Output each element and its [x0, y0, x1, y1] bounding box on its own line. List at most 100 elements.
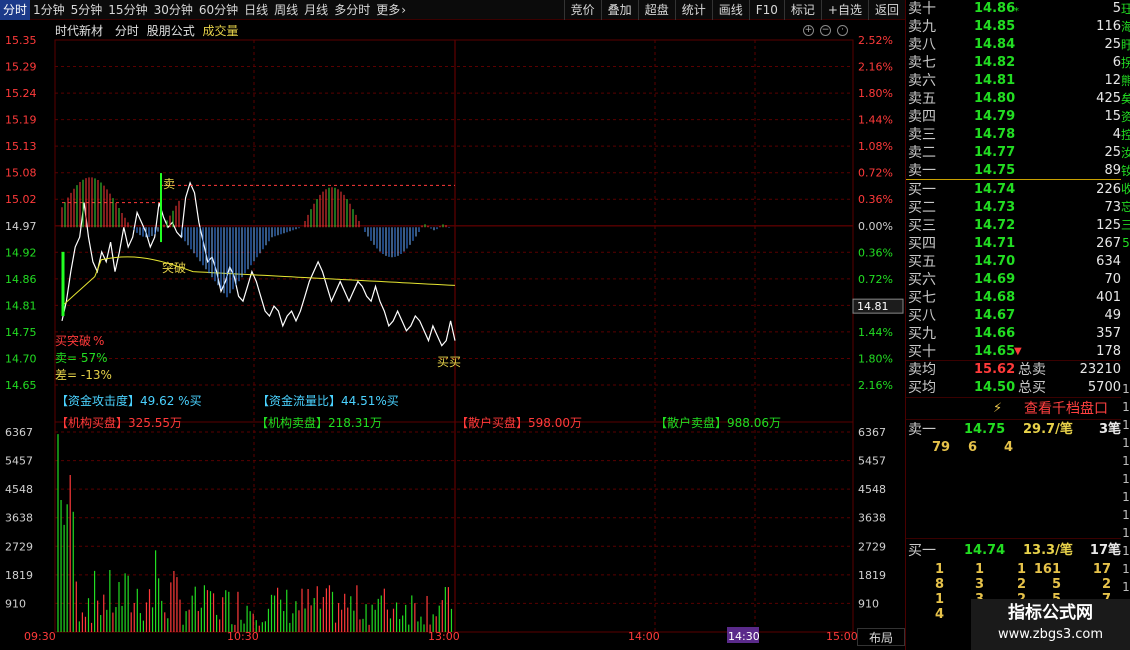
zoom-in-icon[interactable]: + — [803, 25, 814, 36]
side-strip-char: 1 — [1122, 472, 1130, 486]
side-strip-char: 1 — [1122, 562, 1130, 576]
bids-level-label: 买四 — [908, 236, 936, 252]
asks-row[interactable]: 卖五 14.80 425 — [906, 90, 1121, 108]
bids-row[interactable]: 买六 14.69 70 — [906, 271, 1121, 289]
toolbar-button-7[interactable]: +自选 — [820, 0, 868, 20]
average-line — [61, 256, 456, 307]
bids-level-label: 买七 — [908, 290, 936, 306]
annotation-sell-marker: 卖 — [163, 177, 175, 191]
timeframe-tab-7[interactable]: 周线 — [271, 0, 301, 20]
timeframe-tab-0[interactable]: 分时 — [0, 0, 31, 20]
annotation-buy-buy: 买买 — [437, 355, 461, 369]
asks-level-label: 卖九 — [908, 19, 936, 35]
price-tick-label: 14.97 — [5, 220, 37, 233]
bids-row[interactable]: 买九 14.66 357 — [906, 325, 1121, 343]
chevron-right-icon[interactable]: › — [401, 0, 406, 20]
timeframe-tab-8[interactable]: 月线 — [301, 0, 331, 20]
zoom-out-icon[interactable]: − — [820, 25, 831, 36]
timeframe-tab-1[interactable]: 1分钟 — [30, 0, 68, 20]
capital-flow-metric: 【资金流量比】44.51%买 — [257, 394, 399, 408]
bids-level-label: 买一 — [908, 182, 936, 198]
asks-row[interactable]: 卖六 14.81 12 — [906, 72, 1121, 90]
timeframe-tab-3[interactable]: 15分钟 — [105, 0, 150, 20]
settings-icon[interactable]: · — [837, 25, 848, 36]
bids-volume: 401 — [1096, 290, 1121, 305]
timeframe-tab-10[interactable]: 更多 — [373, 0, 403, 20]
asks-row[interactable]: 卖三 14.78 4 — [906, 126, 1121, 144]
queue-bid-avg: 13.3/笔 — [1023, 543, 1073, 558]
bids-row[interactable]: 买三 14.72 125 — [906, 217, 1121, 235]
asks-row[interactable]: 卖七 14.82 6 — [906, 54, 1121, 72]
side-strip-bottom: 1111111111111 — [1121, 380, 1130, 610]
queue-bid-order: 4 — [934, 607, 944, 622]
capital-attack-metric: 【资金攻击度】49.62 %买 — [56, 394, 202, 408]
bids-row[interactable]: 买七 14.68 401 — [906, 289, 1121, 307]
timeframe-tab-2[interactable]: 5分钟 — [68, 0, 106, 20]
toolbar-button-0[interactable]: 竞价 — [563, 0, 601, 20]
asks-price: 14.80 — [974, 91, 1016, 106]
layout-button[interactable]: 布局 — [857, 628, 905, 646]
bids-row[interactable]: 买四 14.71 267 — [906, 235, 1121, 253]
inst-sell-flow: 【机构卖盘】218.31万 — [256, 414, 382, 431]
chart-canvas[interactable]: 15.35 2.52% 15.29 2.16% 15.24 1.80% 15.19 1.44%… — [0, 20, 905, 650]
timeframe-tab-6[interactable]: 日线 — [241, 0, 271, 20]
side-strip-char: 熊 — [1121, 74, 1130, 88]
asks-level-label: 卖八 — [908, 37, 936, 53]
bids-volume: 125 — [1096, 218, 1121, 233]
queue-ask-count: 3笔 — [1098, 422, 1121, 437]
bids-row[interactable]: 买八 14.67 49 — [906, 307, 1121, 325]
pct-tick-label: 0.36% — [858, 193, 893, 206]
toolbar-button-5[interactable]: F10 — [748, 0, 784, 20]
chart-header: 时代新材 分时 股朋公式 成交量 — [55, 22, 239, 39]
asks-row[interactable]: 卖九 14.85 116 — [906, 18, 1121, 36]
time-tick-label: 09:30 — [24, 630, 56, 643]
volume-tick-label-right: 3638 — [858, 512, 886, 525]
total-sell-label: 总卖 — [1018, 362, 1046, 378]
timeframe-tab-9[interactable]: 多分时 — [331, 0, 373, 20]
view-thousand-depth-label: 查看千档盘口 — [1024, 401, 1108, 417]
toolbar-button-6[interactable]: 标记 — [783, 0, 821, 20]
price-tick-label: 14.81 — [5, 299, 37, 312]
bids-flag-icon: ▼ — [1014, 346, 1022, 357]
asks-level-label: 卖三 — [908, 127, 936, 143]
bids-level-label: 买二 — [908, 200, 936, 216]
price-tick-label: 14.75 — [5, 326, 37, 339]
time-tick-label: 14:00 — [628, 630, 660, 643]
toolbar-button-3[interactable]: 统计 — [674, 0, 712, 20]
toolbar-button-2[interactable]: 超盘 — [637, 0, 675, 20]
asks-price: 14.77 — [974, 145, 1016, 160]
watermark-title: 指标公式网 — [1008, 603, 1093, 623]
side-strip-char: 拐 — [1121, 56, 1130, 70]
pct-tick-label: 1.44% — [858, 326, 893, 339]
queue-ask-price: 14.75 — [964, 422, 1006, 437]
timeframe-tab-5[interactable]: 60分钟 — [196, 0, 241, 20]
bids-row[interactable]: 买五 14.70 634 — [906, 253, 1121, 271]
asks-level-label: 卖七 — [908, 55, 936, 71]
bids-price: 14.65 — [974, 344, 1016, 359]
volume-tick-label-right: 910 — [858, 597, 879, 610]
bids-row[interactable]: 买一 14.74 226 — [906, 181, 1121, 199]
view-thousand-depth-button[interactable]: 查看千档盘口 — [1024, 399, 1130, 419]
asks-row[interactable]: 卖二 14.77 25 — [906, 144, 1121, 162]
toolbar-button-4[interactable]: 画线 — [711, 0, 749, 20]
toolbar-button-8[interactable]: 返回 — [867, 0, 905, 20]
timeframe-tab-4[interactable]: 30分钟 — [151, 0, 196, 20]
asks-row[interactable]: 卖四 14.79 15 — [906, 108, 1121, 126]
asks-volume: 4 — [1112, 127, 1121, 142]
total-buy-label: 总买 — [1018, 380, 1046, 396]
watermark-url: www.zbgs3.com — [997, 627, 1104, 642]
intraday-chart[interactable]: 15.35 2.52% 15.29 2.16% 15.24 1.80% 15.19 1.44%… — [0, 20, 905, 650]
asks-row[interactable]: 卖一 14.75 89 — [906, 162, 1121, 180]
volume-tick-label-right: 6367 — [858, 426, 886, 439]
annotation-buy-pct: % — [93, 334, 104, 348]
toolbar-button-1[interactable]: 叠加 — [600, 0, 638, 20]
bids-row[interactable]: 买十 14.65 178 ▼ — [906, 343, 1121, 361]
bids-volume: 70 — [1104, 272, 1121, 287]
bids-volume: 634 — [1096, 254, 1121, 269]
asks-row[interactable]: 卖十 14.86 5 ⁎ — [906, 0, 1121, 18]
price-tick-label: 15.02 — [5, 193, 37, 206]
side-strip-top: 珏海盱拐熊矣资控汝钕收忘三 5 — [1121, 0, 1130, 360]
bids-row[interactable]: 买二 14.73 73 — [906, 199, 1121, 217]
volume-tick-label: 6367 — [5, 426, 33, 439]
asks-row[interactable]: 卖八 14.84 25 — [906, 36, 1121, 54]
